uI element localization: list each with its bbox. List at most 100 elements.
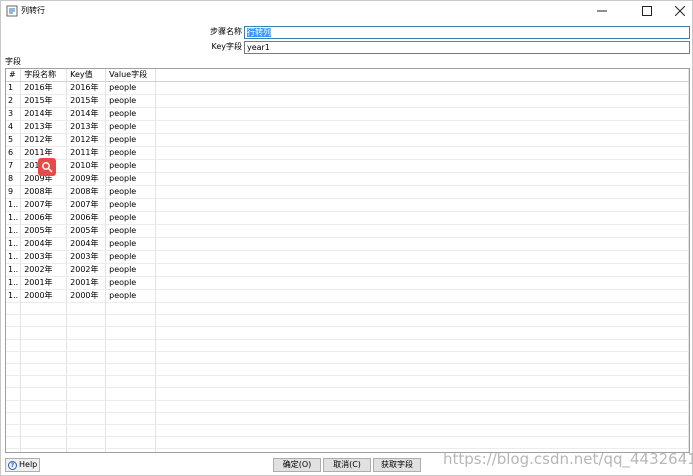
key-value-cell[interactable]: [66, 375, 107, 389]
value-field-cell[interactable]: people: [105, 237, 157, 251]
table-row[interactable]: 1.. 2000年 2000年 people: [6, 289, 689, 303]
field-name-cell[interactable]: 2004年: [20, 237, 68, 251]
value-field-cell[interactable]: people: [105, 120, 157, 134]
table-row[interactable]: 1.. 2003年 2003年 people: [6, 250, 689, 264]
key-value-cell[interactable]: [66, 400, 107, 413]
empty-cell[interactable]: [155, 185, 689, 199]
value-field-cell[interactable]: people: [105, 146, 157, 160]
empty-cell[interactable]: [155, 211, 689, 225]
field-name-cell[interactable]: 2000年: [20, 289, 68, 303]
table-row[interactable]: 1.. 2004年 2004年 people: [6, 237, 689, 251]
empty-cell[interactable]: [155, 351, 689, 364]
empty-row[interactable]: [6, 375, 689, 389]
value-field-cell[interactable]: people: [105, 289, 157, 303]
value-field-cell[interactable]: people: [105, 107, 157, 121]
value-field-cell[interactable]: people: [105, 224, 157, 238]
key-value-cell[interactable]: [66, 448, 107, 452]
key-value-cell[interactable]: [66, 412, 107, 425]
header-key-value[interactable]: Key值: [66, 69, 107, 82]
empty-cell[interactable]: [155, 387, 689, 401]
empty-cell[interactable]: [155, 400, 689, 413]
empty-cell[interactable]: [155, 81, 689, 95]
empty-cell[interactable]: [155, 107, 689, 121]
key-value-cell[interactable]: [66, 387, 107, 401]
field-name-cell[interactable]: 2003年: [20, 250, 68, 264]
empty-cell[interactable]: [155, 146, 689, 160]
key-value-cell[interactable]: [66, 363, 107, 377]
field-name-cell[interactable]: [20, 375, 68, 389]
empty-row[interactable]: [6, 387, 689, 401]
table-row[interactable]: 6 2011年 2011年 people: [6, 146, 689, 160]
field-name-cell[interactable]: 2007年: [20, 198, 68, 212]
field-name-cell[interactable]: [20, 351, 68, 364]
empty-row[interactable]: [6, 314, 689, 328]
value-field-cell[interactable]: people: [105, 276, 157, 290]
key-value-cell[interactable]: 2002年: [66, 263, 107, 277]
key-value-cell[interactable]: [66, 302, 107, 316]
empty-row[interactable]: [6, 339, 689, 352]
value-field-cell[interactable]: [105, 436, 157, 450]
empty-row[interactable]: [6, 436, 689, 450]
key-value-cell[interactable]: [66, 314, 107, 328]
key-value-cell[interactable]: 2013年: [66, 120, 107, 134]
value-field-cell[interactable]: [105, 363, 157, 377]
value-field-cell[interactable]: people: [105, 263, 157, 277]
value-field-cell[interactable]: [105, 424, 157, 438]
key-value-cell[interactable]: 2009年: [66, 172, 107, 186]
close-button[interactable]: [662, 1, 693, 21]
value-field-cell[interactable]: people: [105, 172, 157, 186]
field-name-cell[interactable]: 2006年: [20, 211, 68, 225]
fields-grid[interactable]: # 字段名称 Key值 Value字段 1 2016年 2016年 people 2 20…: [5, 68, 690, 453]
table-row[interactable]: 72010年2010年people: [6, 159, 689, 173]
value-field-cell[interactable]: [105, 351, 157, 364]
help-button[interactable]: ? Help: [5, 458, 40, 472]
value-field-cell[interactable]: [105, 326, 157, 340]
empty-row[interactable]: [6, 424, 689, 438]
table-row[interactable]: 3 2014年 2014年 people: [6, 107, 689, 121]
empty-row[interactable]: [6, 400, 689, 413]
field-name-cell[interactable]: [20, 314, 68, 328]
header-rownum[interactable]: #: [6, 69, 22, 82]
key-value-cell[interactable]: 2004年: [66, 237, 107, 251]
empty-cell[interactable]: [155, 172, 689, 186]
key-value-cell[interactable]: 2012年: [66, 133, 107, 147]
field-name-cell[interactable]: [20, 339, 68, 352]
empty-row[interactable]: [6, 302, 689, 316]
step-name-input[interactable]: 行转列: [244, 26, 690, 39]
field-name-cell[interactable]: [20, 400, 68, 413]
table-row[interactable]: 1.. 2007年 2007年 people: [6, 198, 689, 212]
empty-cell[interactable]: [155, 94, 689, 108]
empty-cell[interactable]: [155, 289, 689, 303]
key-field-input[interactable]: year1: [244, 41, 690, 54]
value-field-cell[interactable]: people: [105, 159, 157, 173]
key-value-cell[interactable]: [66, 339, 107, 352]
key-value-cell[interactable]: 2008年: [66, 185, 107, 199]
empty-cell[interactable]: [155, 375, 689, 389]
key-value-cell[interactable]: 2015年: [66, 94, 107, 108]
value-field-cell[interactable]: people: [105, 133, 157, 147]
field-name-cell[interactable]: [20, 436, 68, 450]
field-name-cell[interactable]: 2012年: [20, 133, 68, 147]
field-name-cell[interactable]: [20, 326, 68, 340]
empty-cell[interactable]: [155, 120, 689, 134]
value-field-cell[interactable]: people: [105, 211, 157, 225]
value-field-cell[interactable]: [105, 412, 157, 425]
table-row[interactable]: 9 2008年 2008年 people: [6, 185, 689, 199]
value-field-cell[interactable]: [105, 448, 157, 452]
table-row[interactable]: 1.. 2005年 2005年 people: [6, 224, 689, 238]
key-value-cell[interactable]: [66, 351, 107, 364]
key-value-cell[interactable]: [66, 424, 107, 438]
empty-row[interactable]: [6, 351, 689, 364]
field-name-cell[interactable]: 2001年: [20, 276, 68, 290]
field-name-cell[interactable]: 2005年: [20, 224, 68, 238]
empty-cell[interactable]: [155, 133, 689, 147]
maximize-button[interactable]: [629, 1, 665, 21]
field-name-cell[interactable]: 2002年: [20, 263, 68, 277]
table-row[interactable]: 5 2012年 2012年 people: [6, 133, 689, 147]
key-value-cell[interactable]: 2010年: [66, 159, 107, 173]
table-row[interactable]: 2 2015年 2015年 people: [6, 94, 689, 108]
empty-cell[interactable]: [155, 363, 689, 377]
field-name-cell[interactable]: 2008年: [20, 185, 68, 199]
empty-cell[interactable]: [155, 314, 689, 328]
value-field-cell[interactable]: people: [105, 81, 157, 95]
